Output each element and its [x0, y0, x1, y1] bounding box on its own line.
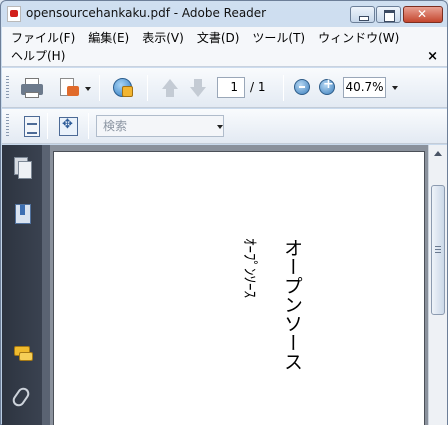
navigation-pane [2, 145, 42, 425]
scrollbar-thumb[interactable] [431, 185, 445, 315]
app-window: opensourcehankaku.pdf - Adobe Reader ファイ… [0, 0, 448, 425]
title-bar[interactable]: opensourcehankaku.pdf - Adobe Reader [1, 1, 447, 27]
pane-splitter[interactable] [42, 145, 50, 425]
pdf-file-icon [7, 6, 21, 22]
toolbar-separator [99, 75, 100, 101]
maximize-button[interactable] [376, 6, 401, 23]
zoom-level-field[interactable]: 40.7% [343, 77, 386, 98]
menu-help[interactable]: ヘルプ(H) [11, 47, 65, 64]
bookmarks-panel-icon[interactable] [12, 203, 34, 227]
toolbar-separator [147, 75, 148, 101]
menu-edit[interactable]: 編集(E) [88, 29, 129, 46]
next-page-icon[interactable] [186, 77, 210, 101]
attachments-panel-icon[interactable] [10, 385, 34, 409]
close-window-button[interactable] [403, 6, 443, 23]
toolbar-separator [283, 75, 284, 101]
scroll-up-icon[interactable] [431, 147, 445, 161]
menu-window[interactable]: ウィンドウ(W) [318, 29, 399, 46]
menu-bar: ファイル(F) 編集(E) 表示(V) 文書(D) ツール(T) ウィンドウ(W… [2, 27, 447, 67]
search-input[interactable]: 検索 [96, 115, 224, 137]
vertical-scrollbar[interactable] [428, 145, 447, 425]
toolbar-grip[interactable] [6, 76, 9, 100]
previous-page-icon[interactable] [158, 77, 182, 101]
menu-view[interactable]: 表示(V) [142, 29, 184, 46]
zoom-dropdown-icon[interactable] [392, 86, 398, 90]
close-document-icon[interactable]: × [427, 49, 438, 64]
fit-page-icon[interactable] [21, 115, 45, 139]
toolbar-grip[interactable] [6, 114, 9, 138]
comments-panel-icon[interactable] [12, 343, 34, 367]
document-text-fullwidth: オープンソース [281, 238, 303, 371]
window-title: opensourcehankaku.pdf - Adobe Reader [26, 6, 267, 20]
toolbar-separator [88, 113, 89, 139]
menu-tools[interactable]: ツール(T) [252, 29, 305, 46]
pages-panel-icon[interactable] [12, 157, 34, 181]
menu-document[interactable]: 文書(D) [197, 29, 240, 46]
search-dropdown-icon[interactable] [217, 125, 223, 129]
pdf-page: オープンソース ｵｰﾌﾟﾝｿｰｽ [53, 151, 425, 425]
printer-icon[interactable] [20, 76, 44, 100]
minimize-button[interactable] [350, 6, 375, 23]
zoom-out-icon[interactable] [294, 79, 310, 95]
document-view[interactable]: オープンソース ｵｰﾌﾟﾝｿｰｽ [50, 145, 428, 425]
globe-icon[interactable] [111, 76, 135, 100]
secondary-toolbar: 検索 [2, 109, 447, 144]
page-total-label: / 1 [250, 80, 266, 94]
create-pdf-icon[interactable] [58, 76, 82, 100]
menu-file[interactable]: ファイル(F) [11, 29, 75, 46]
page-number-input[interactable]: 1 [217, 77, 245, 98]
full-screen-icon[interactable] [57, 115, 81, 139]
document-text-halfwidth: ｵｰﾌﾟﾝｿｰｽ [241, 238, 259, 299]
chevron-down-icon[interactable] [85, 87, 91, 91]
toolbar-separator [47, 113, 48, 139]
zoom-in-icon[interactable] [319, 77, 335, 95]
main-toolbar: 1 / 1 40.7% [2, 68, 447, 108]
